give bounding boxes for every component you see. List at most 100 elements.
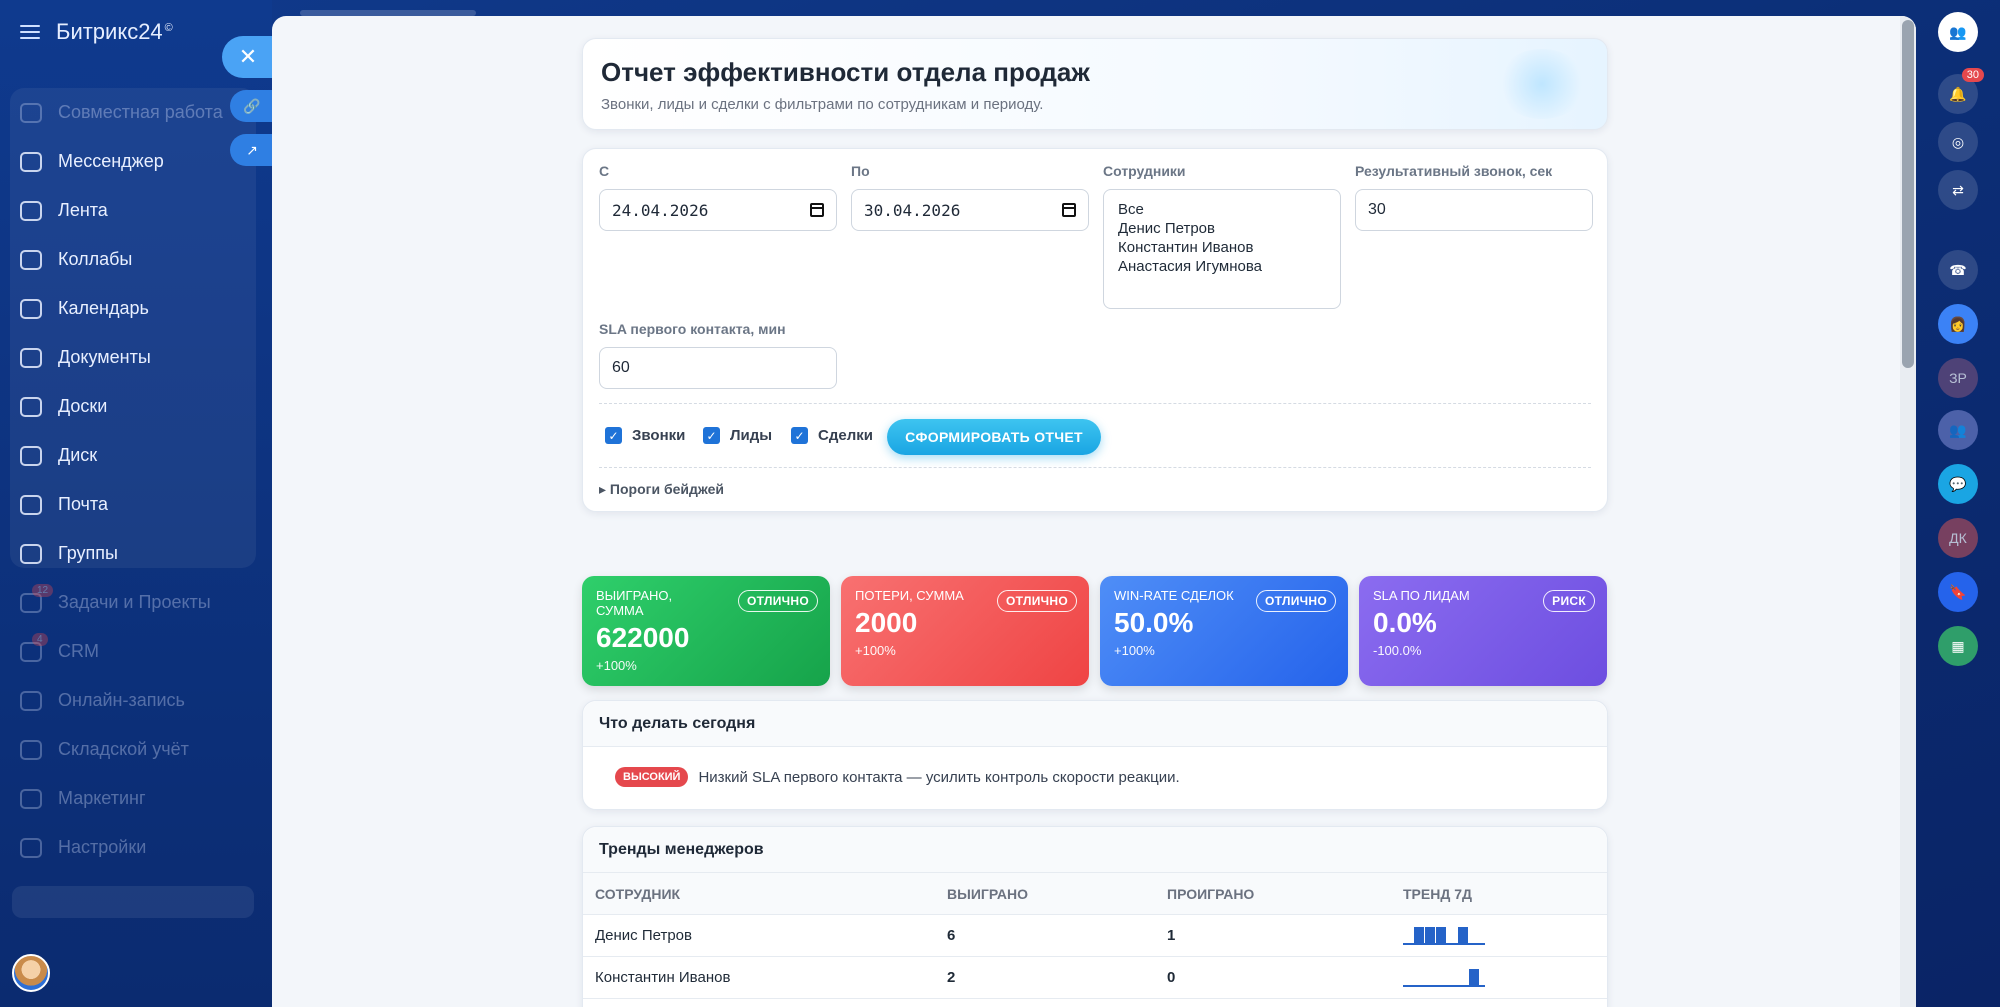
employee-option[interactable]: Все	[1118, 200, 1326, 219]
sidebar-item-label: Группы	[58, 543, 118, 563]
sidebar-item[interactable]: Документы	[10, 333, 256, 382]
sla-input[interactable]: 60	[599, 347, 837, 389]
sidebar-item[interactable]: Почта	[10, 480, 256, 529]
divider	[599, 467, 1591, 468]
menu-burger-icon[interactable]	[20, 25, 40, 39]
sidebar-item-label: Почта	[58, 494, 108, 514]
bell-icon[interactable]: 🔔 30	[1938, 68, 1984, 114]
deals-checkbox[interactable]: ✓ Сделки	[791, 427, 873, 444]
calendar-icon[interactable]	[810, 203, 824, 217]
checkbox-checked-icon[interactable]: ✓	[791, 427, 808, 444]
trend-sparkline	[1403, 968, 1485, 987]
call-threshold-input[interactable]: 30	[1355, 189, 1593, 231]
kpi-delta: +100%	[855, 643, 896, 658]
group-chat-icon[interactable]: 👥	[1938, 410, 1978, 450]
sidebar-item[interactable]: Календарь	[10, 284, 256, 333]
sidebar-item[interactable]: Мессенджер	[10, 137, 256, 186]
trend-bar	[1458, 926, 1468, 943]
kpi-status-badge: ОТЛИЧНО	[738, 590, 818, 612]
open-channel-icon[interactable]: 💬	[1938, 464, 1978, 504]
copy-link-button[interactable]: 🔗	[230, 90, 274, 122]
table-app-icon[interactable]: ▦	[1938, 626, 1978, 666]
todo-card: Что делать сегодня ВЫСОКИЙ Низкий SLA пе…	[582, 700, 1608, 810]
employee-option[interactable]: Анастасия Игумнова	[1118, 257, 1326, 276]
sidebar-item[interactable]: Коллабы	[10, 235, 256, 284]
sidebar-item[interactable]: 4 CRM	[10, 627, 256, 676]
employee-option[interactable]: Денис Петров	[1118, 219, 1326, 238]
kpi-card: ВЫИГРАНО, СУММА 622000 +100% ОТЛИЧНО	[582, 576, 830, 686]
employees-select[interactable]: Все Денис Петров Константин Иванов Анастаси…	[1103, 189, 1341, 309]
close-slider-button[interactable]: ✕	[222, 36, 274, 78]
kpi-status-badge: РИСК	[1543, 590, 1595, 612]
sidebar-item[interactable]: Доски	[10, 382, 256, 431]
scrollbar[interactable]	[1900, 16, 1916, 1007]
close-icon: ✕	[238, 44, 258, 69]
leads-checkbox[interactable]: ✓ Лиды	[703, 427, 772, 444]
phone-icon[interactable]: ☎	[1938, 250, 1978, 290]
external-link-icon: ↗	[246, 141, 258, 158]
sidebar-item[interactable]: Маркетинг	[10, 774, 256, 823]
scrollbar-thumb[interactable]	[1902, 20, 1914, 368]
sidebar-item-label: Диск	[58, 445, 98, 465]
kpi-delta: +100%	[596, 658, 637, 673]
sidebar-item[interactable]: Группы	[10, 529, 256, 578]
sidebar-item[interactable]: Онлайн-запись	[10, 676, 256, 725]
sidebar-item-label: Задачи и Проекты	[58, 592, 211, 612]
col-lost[interactable]: ПРОИГРАНО	[1167, 886, 1403, 902]
user-avatar[interactable]	[12, 954, 50, 992]
chat-icon	[20, 151, 42, 172]
sync-chat-icon[interactable]: ⇄	[1938, 170, 1978, 210]
sidebar-item-label: Лента	[58, 200, 108, 220]
calendar-icon	[20, 298, 42, 319]
checkbox-checked-icon[interactable]: ✓	[605, 427, 622, 444]
sidebar-badge: 4	[32, 633, 48, 646]
generate-report-button[interactable]: СФОРМИРОВАТЬ ОТЧЕТ	[887, 419, 1101, 455]
trend-bar	[1436, 926, 1446, 943]
open-new-window-button[interactable]: ↗	[230, 134, 274, 166]
calendar-icon[interactable]	[1062, 203, 1076, 217]
call-threshold-label: Результативный звонок, сек	[1355, 163, 1553, 179]
board-icon	[20, 396, 42, 417]
target-icon[interactable]: ◎	[1938, 122, 1978, 162]
collab-icon	[20, 249, 42, 270]
employee-option[interactable]: Константин Иванов	[1118, 238, 1326, 257]
calls-checkbox[interactable]: ✓ Звонки	[605, 427, 685, 444]
sidebar-item[interactable]: Совместная работа	[10, 88, 256, 137]
contact-avatar-zp[interactable]: ЗР	[1938, 358, 1978, 398]
badge-thresholds-toggle[interactable]: ▸ Пороги бейджей	[599, 481, 724, 498]
sidebar-item[interactable]: Диск	[10, 431, 256, 480]
sidebar-item[interactable]: Лента	[10, 186, 256, 235]
booking-icon	[20, 690, 42, 711]
right-sidebar: 👥 🔔 30 ◎ ⇄ ☎ 👩 ЗР 👥 💬 ДК 🔖 ▦	[1918, 0, 2000, 1007]
header-glow	[1497, 49, 1587, 119]
sidebar-item[interactable]: Складской учёт	[10, 725, 256, 774]
checkbox-checked-icon[interactable]: ✓	[703, 427, 720, 444]
sidebar-item[interactable]: 12 Задачи и Проекты	[10, 578, 256, 627]
sidebar-item-label: Онлайн-запись	[58, 690, 185, 710]
feed-icon	[20, 200, 42, 221]
sidebar-item-label: Коллабы	[58, 249, 133, 269]
col-employee[interactable]: СОТРУДНИК	[595, 886, 947, 902]
bookmark-icon[interactable]: 🔖	[1938, 572, 1978, 612]
brand-name[interactable]: Битрикс24 ©	[56, 19, 173, 45]
contact-avatar[interactable]: 👩	[1938, 304, 1978, 344]
sidebar-item-label: CRM	[58, 641, 99, 661]
link-icon: 🔗	[243, 97, 261, 114]
user-profile-icon[interactable]: 👥	[1938, 12, 1978, 52]
kpi-label: SLA ПО ЛИДАМ	[1373, 588, 1470, 603]
report-slider-panel: Отчет эффективности отдела продаж Звонки…	[272, 16, 1916, 1007]
groups-icon	[20, 543, 42, 564]
from-date-input[interactable]: 24.04.2026	[599, 189, 837, 231]
kpi-delta: +100%	[1114, 643, 1155, 658]
brand: Битрикс24 ©	[20, 16, 173, 48]
col-trend[interactable]: ТРЕНД 7Д	[1403, 886, 1603, 902]
trends-card: Тренды менеджеров СОТРУДНИК ВЫИГРАНО ПРО…	[582, 826, 1608, 1007]
sla-label: SLA первого контакта, мин	[599, 321, 786, 337]
sidebar-bottom-button[interactable]	[12, 886, 254, 918]
marketing-icon	[20, 788, 42, 809]
to-date-input[interactable]: 30.04.2026	[851, 189, 1089, 231]
contact-avatar-dk[interactable]: ДК	[1938, 518, 1978, 558]
todo-item: ВЫСОКИЙ Низкий SLA первого контакта — ус…	[583, 747, 1607, 807]
sidebar-item[interactable]: Настройки	[10, 823, 256, 872]
col-won[interactable]: ВЫИГРАНО	[947, 886, 1167, 902]
